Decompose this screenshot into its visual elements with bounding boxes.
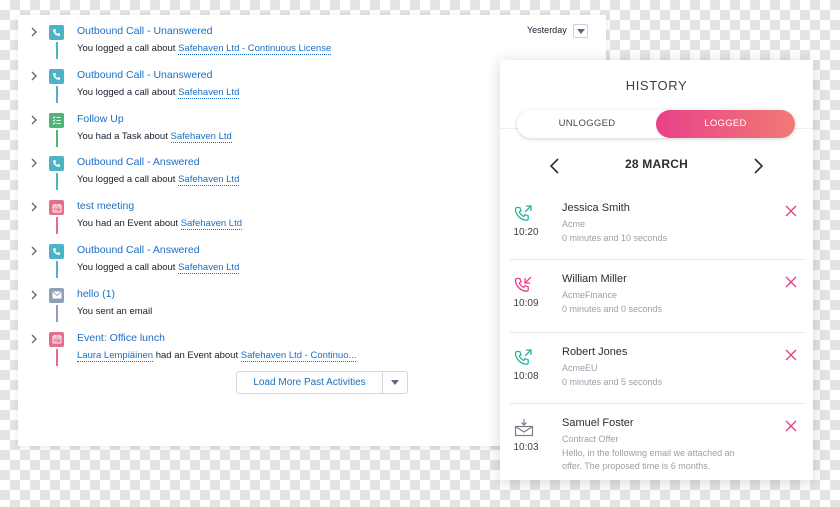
- entry-time: 10:09: [513, 298, 539, 309]
- activity-summary: You logged a call about Safehaven Ltd: [77, 262, 240, 274]
- activity-title-link[interactable]: test meeting: [77, 200, 134, 212]
- remove-entry-close-icon[interactable]: [784, 419, 798, 433]
- timeline-connector: [56, 261, 58, 278]
- related-record-link[interactable]: Safehaven Ltd: [178, 86, 240, 99]
- history-date: 28 MARCH: [625, 157, 688, 171]
- entry-detail: 0 minutes and 5 seconds: [562, 377, 663, 387]
- activity-title-link[interactable]: Outbound Call - Answered: [77, 156, 200, 168]
- next-day-button[interactable]: [751, 157, 765, 175]
- expand-chevron-icon[interactable]: [30, 245, 40, 257]
- timeline-connector: [56, 348, 58, 366]
- related-record-link[interactable]: Safehaven Ltd - Continuous License: [178, 43, 332, 55]
- activity-title-link[interactable]: Event: Office lunch: [77, 332, 165, 344]
- phone-icon: [49, 68, 64, 84]
- phone-icon: [49, 25, 64, 40]
- activity-title-link[interactable]: Outbound Call - Unanswered: [77, 25, 212, 37]
- entry-detail: 0 minutes and 10 seconds: [562, 233, 668, 243]
- outgoing-call-icon: [513, 347, 539, 369]
- phone-icon: [49, 156, 64, 172]
- calendar-icon: [49, 200, 64, 216]
- expand-chevron-icon[interactable]: [30, 201, 40, 213]
- activity-title-link[interactable]: Follow Up: [77, 113, 124, 125]
- entry-time: 10:03: [513, 442, 539, 453]
- contact-name: Robert Jones: [562, 346, 628, 358]
- timeline-connector: [56, 173, 58, 191]
- entry-subtitle: AcmeEU: [562, 363, 598, 373]
- entry-divider: [510, 259, 805, 260]
- timeline-connector: [56, 129, 58, 147]
- entry-time: 10:08: [513, 371, 539, 382]
- expand-chevron-icon[interactable]: [30, 26, 40, 38]
- entry-subtitle: Contract Offer: [562, 434, 619, 444]
- timeline-connector: [56, 42, 58, 59]
- activity-summary: Laura Lempiäinen had an Event about Safe…: [77, 349, 357, 362]
- timeline-connector: [56, 217, 58, 235]
- expand-chevron-icon[interactable]: [30, 70, 40, 82]
- contact-name: William Miller: [562, 273, 627, 285]
- activity-title-link[interactable]: hello (1): [77, 288, 115, 300]
- activity-title-link[interactable]: Outbound Call - Unanswered: [77, 69, 212, 81]
- load-more-dropdown[interactable]: [383, 372, 407, 393]
- timeline-connector: [56, 85, 58, 103]
- outgoing-call-icon: [513, 203, 539, 225]
- phone-icon: [49, 244, 64, 259]
- entry-detail: 0 minutes and 0 seconds: [562, 304, 663, 314]
- entry-subtitle: AcmeFinance: [562, 290, 618, 300]
- related-record-link[interactable]: Safehaven Ltd: [170, 130, 232, 143]
- remove-entry-close-icon[interactable]: [784, 348, 798, 362]
- incoming-call-icon: [513, 274, 539, 296]
- load-more-button[interactable]: Load More Past Activities: [237, 372, 383, 393]
- tab-unlogged[interactable]: UNLOGGED: [517, 110, 657, 138]
- contact-name: Samuel Foster: [562, 417, 634, 429]
- expand-chevron-icon[interactable]: [30, 114, 40, 126]
- entry-subtitle: Acme: [562, 219, 586, 229]
- entry-divider: [510, 332, 805, 333]
- entry-divider: [510, 403, 805, 404]
- related-record-link[interactable]: Safehaven Ltd: [178, 262, 240, 274]
- related-record-link[interactable]: Safehaven Ltd: [180, 218, 242, 231]
- activity-item: Outbound Call - Unanswered You logged a c…: [18, 15, 606, 59]
- tab-logged[interactable]: LOGGED: [656, 110, 795, 138]
- history-panel: HISTORY UNLOGGED LOGGED 28 MARCH 10:20 Je…: [500, 60, 813, 480]
- activity-title-link[interactable]: Outbound Call - Answered: [77, 244, 200, 256]
- related-record-link[interactable]: Safehaven Ltd - Continuo...: [240, 349, 357, 362]
- activity-summary: You sent an email: [77, 305, 153, 317]
- remove-entry-close-icon[interactable]: [784, 275, 798, 289]
- person-link[interactable]: Laura Lempiäinen: [77, 349, 154, 362]
- history-title: HISTORY: [625, 78, 688, 93]
- log-filter-toggle: UNLOGGED LOGGED: [517, 110, 795, 138]
- load-more-control: Load More Past Activities: [236, 371, 408, 394]
- entry-detail: offer. The proposed time is 6 months.: [562, 461, 711, 471]
- caret-down-icon: [391, 380, 399, 385]
- task-list-icon: [49, 112, 64, 128]
- related-record-link[interactable]: Safehaven Ltd: [178, 174, 240, 187]
- contact-name: Jessica Smith: [562, 202, 630, 214]
- activity-summary: You logged a call about Safehaven Ltd - …: [77, 43, 332, 55]
- expand-chevron-icon[interactable]: [30, 157, 40, 169]
- activity-summary: You logged a call about Safehaven Ltd: [77, 86, 240, 99]
- entry-detail: Hello, in the following email we attache…: [562, 448, 735, 458]
- calendar-icon: [49, 331, 64, 347]
- chevron-right-icon: [754, 158, 764, 174]
- timeline-connector: [56, 304, 58, 322]
- expand-chevron-icon[interactable]: [30, 289, 40, 301]
- email-icon: [49, 287, 64, 303]
- entry-time: 10:20: [513, 227, 539, 238]
- activity-summary: You had an Event about Safehaven Ltd: [77, 218, 242, 231]
- activity-summary: You had a Task about Safehaven Ltd: [77, 130, 232, 143]
- expand-chevron-icon[interactable]: [30, 333, 40, 345]
- email-inbox-icon: [513, 418, 539, 440]
- remove-entry-close-icon[interactable]: [784, 204, 798, 218]
- activity-summary: You logged a call about Safehaven Ltd: [77, 174, 240, 187]
